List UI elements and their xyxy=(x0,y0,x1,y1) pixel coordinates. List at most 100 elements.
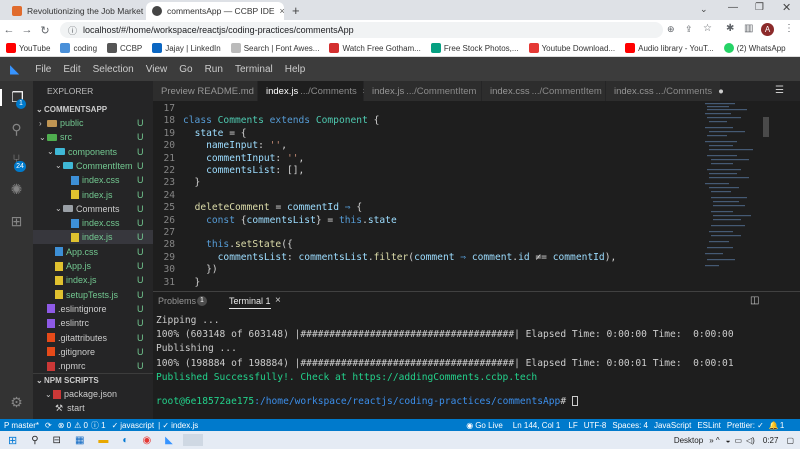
encoding[interactable]: UTF-8 xyxy=(584,421,607,430)
file-explorer-icon[interactable]: ▬ xyxy=(98,435,108,446)
code-line[interactable]: 25 deleteComment = commentId ⇒ { xyxy=(153,202,703,214)
code-line[interactable]: 28 this.setState({ xyxy=(153,239,703,251)
menu-run[interactable]: Run xyxy=(199,64,229,75)
browser-tab-active[interactable]: commentsApp — CCBP IDE × xyxy=(146,2,284,20)
tab-comments-index-css[interactable]: index.css .../Comments ● xyxy=(606,81,724,101)
file-left[interactable]: index.js xyxy=(171,421,198,430)
npm-package-json[interactable]: ⌄ package.json xyxy=(33,387,153,401)
tree-item[interactable]: .gitattributes U xyxy=(33,331,153,345)
debug-icon[interactable]: ✺ xyxy=(8,181,25,198)
tree-item[interactable]: index.css U xyxy=(33,216,153,230)
tree-item[interactable]: index.css U xyxy=(33,173,153,187)
new-tab-button[interactable]: + xyxy=(292,3,300,18)
eol[interactable]: LF xyxy=(568,421,577,430)
tree-item[interactable]: ⌄ src U xyxy=(33,130,153,144)
url-bar[interactable]: ⓘ localhost/#/home/workspace/reactjs/cod… xyxy=(60,22,663,38)
tree-item[interactable]: App.css U xyxy=(33,245,153,259)
search-icon[interactable]: ⚲ xyxy=(8,121,25,138)
battery-icon[interactable]: ▭ xyxy=(734,436,742,445)
bell-icon[interactable]: 🔔 xyxy=(769,421,779,430)
bookmark-yt-download[interactable]: Youtube Download... xyxy=(528,43,615,53)
close-icon[interactable]: × xyxy=(275,295,281,306)
side-panel-icon[interactable]: ▥ xyxy=(744,23,753,34)
tab-preview-readme[interactable]: Preview README.md xyxy=(153,81,258,101)
menu-help[interactable]: Help xyxy=(279,64,312,75)
code-line[interactable]: 27 xyxy=(153,227,703,239)
bookmark-whatsapp[interactable]: (2) WhatsApp xyxy=(723,43,786,53)
terminal-output[interactable]: Zipping ... 100% (603148 of 603148) |####… xyxy=(156,314,734,399)
tree-item[interactable]: index.js U xyxy=(33,230,153,245)
browser-tab[interactable]: Revolutionizing the Job Market | × xyxy=(6,2,144,20)
code-line[interactable]: 29 commentsList: commentsList.filter(com… xyxy=(153,252,703,264)
menu-edit[interactable]: Edit xyxy=(57,64,86,75)
tree-item[interactable]: ⌄ components U xyxy=(33,145,153,159)
info-icon[interactable]: ⓘ xyxy=(68,24,77,37)
extensions-icon[interactable]: ⊞ xyxy=(8,213,25,230)
minimize-icon[interactable]: — xyxy=(728,2,738,13)
chrome-icon[interactable]: ◉ xyxy=(142,435,151,446)
desktop-label[interactable]: Desktop xyxy=(674,436,703,445)
tray-chevron-icon[interactable]: » ^ xyxy=(709,436,719,445)
npm-scripts-header[interactable]: ⌄ NPM SCRIPTS xyxy=(33,373,153,387)
editor-scrollbar[interactable] xyxy=(762,101,770,287)
scrollbar-thumb[interactable] xyxy=(763,117,769,137)
zoom-icon[interactable]: ⊕ xyxy=(667,24,675,35)
search-icon[interactable]: ⚲ xyxy=(31,435,38,446)
code-line[interactable]: 23 } xyxy=(153,177,703,189)
unsaved-dot-icon[interactable]: ● xyxy=(718,86,724,97)
share-icon[interactable]: ⇪ xyxy=(685,24,693,35)
cursor-position[interactable]: Ln 144, Col 1 xyxy=(513,421,561,430)
bookmark-audio-library[interactable]: Audio library - YouT... xyxy=(625,43,714,53)
task-view-icon[interactable]: ⊟ xyxy=(53,435,61,446)
network-icon[interactable]: ◒ xyxy=(726,436,731,445)
minimap[interactable] xyxy=(703,101,759,287)
menu-icon[interactable]: ⋮ xyxy=(784,23,794,34)
tree-item[interactable]: .eslintignore U xyxy=(33,302,153,316)
forward-icon[interactable]: → xyxy=(18,24,36,36)
vscode-logo-icon[interactable]: ◣ xyxy=(0,62,29,76)
npm-script-start[interactable]: ⚒ start xyxy=(33,401,153,415)
code-line[interactable]: 26 const {commentsList} = this.state xyxy=(153,215,703,227)
code-line[interactable]: 20 nameInput: '', xyxy=(153,140,703,152)
tab-commentitem-index-js[interactable]: index.js .../CommentItem xyxy=(364,81,482,101)
tree-item[interactable]: › public U xyxy=(33,116,153,130)
code-editor[interactable]: 17 18 class Comments extends Component {19… xyxy=(153,101,703,288)
tree-item[interactable]: ⌄ CommentItem U xyxy=(33,159,153,173)
tree-item[interactable]: index.js U xyxy=(33,188,153,202)
back-icon[interactable]: ← xyxy=(0,24,18,36)
more-actions-icon[interactable]: ☰ xyxy=(775,85,784,96)
tab-terminal[interactable]: Terminal 1 xyxy=(229,296,271,309)
taskbar-app-icon[interactable] xyxy=(182,434,203,446)
notifications-icon[interactable]: ▢ xyxy=(786,436,794,445)
window-close-icon[interactable]: ✕ xyxy=(782,1,791,14)
volume-icon[interactable]: ◁) xyxy=(746,436,755,445)
tab-comments-index-js[interactable]: index.js.../Comments× xyxy=(258,81,368,101)
bookmark-ccbp[interactable]: CCBP xyxy=(107,43,142,53)
tree-item[interactable]: setupTests.js U xyxy=(33,288,153,302)
prettier-status[interactable]: Prettier: ✓ xyxy=(727,421,764,430)
reload-icon[interactable]: ↻ xyxy=(36,24,54,37)
bookmark-gotham[interactable]: Watch Free Gotham... xyxy=(329,43,421,53)
tree-item[interactable]: index.js U xyxy=(33,273,153,287)
tree-item[interactable]: App.js U xyxy=(33,259,153,273)
golive-button[interactable]: Go Live xyxy=(475,421,503,430)
tree-item[interactable]: ⌄ Comments U xyxy=(33,202,153,216)
eslint-status[interactable]: ESLint xyxy=(697,421,721,430)
tab-commentitem-index-css[interactable]: index.css .../CommentItem xyxy=(482,81,606,101)
menu-go[interactable]: Go xyxy=(173,64,198,75)
bookmark-fontawesome[interactable]: Search | Font Awes... xyxy=(230,43,319,53)
clock[interactable]: 0:27 xyxy=(763,436,779,445)
branch-indicator[interactable]: P master* xyxy=(4,421,39,430)
code-line[interactable]: 17 xyxy=(153,103,703,115)
sync-icon[interactable]: ⟳ xyxy=(45,421,52,430)
warnings-count[interactable]: ⚠ 0 xyxy=(74,421,88,430)
code-line[interactable]: 21 commentInput: '', xyxy=(153,153,703,165)
tab-problems[interactable]: Problems xyxy=(158,296,196,306)
project-header[interactable]: ⌄ COMMENTSAPP xyxy=(33,102,153,116)
bookmark-youtube[interactable]: YouTube xyxy=(6,43,50,53)
menu-terminal[interactable]: Terminal xyxy=(229,64,279,75)
settings-gear-icon[interactable]: ⚙ xyxy=(8,394,25,411)
star-icon[interactable]: ☆ xyxy=(703,23,712,34)
code-line[interactable]: 30 }) xyxy=(153,264,703,276)
code-line[interactable]: 24 xyxy=(153,190,703,202)
